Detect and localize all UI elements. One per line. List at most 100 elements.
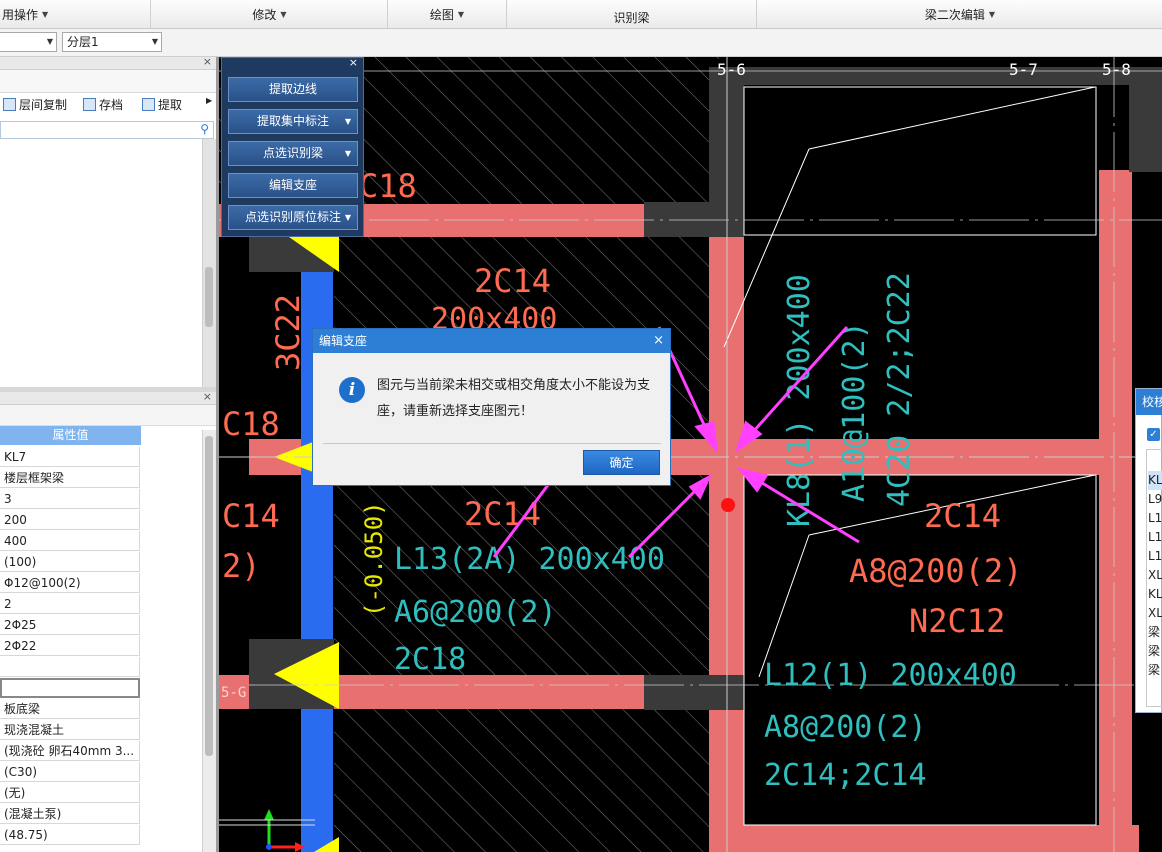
search-icon: ⚲ [200,122,209,136]
list-item[interactable]: 梁 [1148,642,1162,661]
beam [739,825,1139,852]
axis-label: 5-6 [717,60,746,79]
copy-between-floors-button[interactable]: 层间复制 [3,96,67,113]
svg-text:KL8(1) 200x400: KL8(1) 200x400 [782,274,817,527]
svg-text:2C14;2C14: 2C14;2C14 [764,758,927,793]
divider [323,443,661,444]
save-archive-button[interactable]: 存档 [83,96,123,113]
svg-text:N2C12: N2C12 [909,602,1005,640]
axis-label: 5-8 [1102,60,1131,79]
more-arrow-icon[interactable]: ▶ [206,96,212,105]
ribbon-group-identify-beam[interactable]: 识别梁 [507,0,757,28]
svg-text:L13(2A) 200x400: L13(2A) 200x400 [394,542,665,577]
svg-text:C14: C14 [222,497,280,535]
floor-select[interactable]: ▼ [0,32,57,52]
list-item[interactable]: XL [1148,604,1162,623]
svg-text:A8@200(2): A8@200(2) [849,552,1022,590]
secondary-toolbar: ▼ 分层1 ▼ [0,29,1162,57]
list-item[interactable]: KL [1148,471,1162,490]
extract-edge-button[interactable]: 提取边线 [228,77,358,102]
chevron-down-icon: ▼ [344,213,351,222]
chevron-down-icon: ▼ [457,9,465,19]
scroll-thumb[interactable] [205,436,213,756]
chevron-down-icon: ▼ [344,117,351,126]
svg-text:3C22: 3C22 [269,294,307,371]
property-value[interactable]: 楼层框架梁 [0,468,140,488]
pick-identify-original-annotation-button[interactable]: 点选识别原位标注 ▼ [228,205,358,230]
svg-text:2C14: 2C14 [924,497,1001,535]
list-item[interactable]: L1 [1148,528,1162,547]
edit-support-button[interactable]: 编辑支座 [228,173,358,198]
property-value[interactable]: 2 [0,594,140,614]
property-scrollbar[interactable] [202,430,216,852]
pick-identify-beam-button[interactable]: 点选识别梁 ▼ [228,141,358,166]
close-icon[interactable]: × [203,55,212,68]
left-panel: × 层间复制 存档 提取 ▶ ⚲ × 属性值 KL7 楼层框架梁 3 200 400 (1… [0,55,219,852]
svg-text:C18: C18 [222,405,280,443]
svg-text:4C20 2/2;2C22: 4C20 2/2;2C22 [882,272,917,507]
beam [1099,170,1132,852]
property-value[interactable]: KL7 [0,447,140,467]
dialog-title: 编辑支座 [313,329,670,353]
list-item[interactable]: 梁 [1148,661,1162,680]
ribbon-group-draw[interactable]: 绘图 ▼ [388,0,507,28]
list-item[interactable]: 梁 [1148,623,1162,642]
property-value[interactable]: 2Φ22 [0,636,140,656]
property-value[interactable]: (无) [0,783,140,803]
ribbon-group-operations[interactable]: 用操作 ▼ [0,0,151,28]
svg-text:L12(1) 200x400: L12(1) 200x400 [764,658,1017,693]
property-value[interactable]: (现浇砼 卵石40mm 3... [0,741,140,761]
selected-point [721,498,735,512]
property-value[interactable]: Φ12@100(2) [0,573,140,593]
property-value[interactable]: 200 [0,510,140,530]
slab-hatch [334,707,709,852]
panel-header [0,70,216,93]
svg-text:A6@200(2): A6@200(2) [394,595,557,630]
extract-icon [142,98,155,111]
list-item[interactable]: KL [1148,585,1162,604]
property-value[interactable]: (混凝土泵) [0,804,140,824]
scroll-thumb[interactable] [205,267,213,327]
close-icon[interactable]: × [349,56,358,69]
list-item[interactable]: L9 [1148,490,1162,509]
property-value[interactable]: (48.75) [0,825,140,845]
search-input[interactable]: ⚲ [0,121,214,139]
svg-text:2C14: 2C14 [474,262,551,300]
extract-button[interactable]: 提取 [142,96,182,113]
copy-icon [3,98,16,111]
ok-button[interactable]: 确定 [583,450,660,475]
list-item[interactable]: L1 [1148,509,1162,528]
close-icon[interactable]: × [203,390,212,403]
svg-text:C18: C18 [359,167,417,205]
property-value[interactable]: 2Φ25 [0,615,140,635]
property-value[interactable]: 现浇混凝土 [0,720,140,740]
property-edit-field[interactable] [0,678,140,698]
property-value[interactable] [0,657,140,677]
list-item[interactable]: XL [1148,566,1162,585]
panel-title: 校核 [1136,389,1162,415]
property-panel-toolbar [0,405,216,426]
property-value[interactable]: (C30) [0,762,140,782]
ribbon-group-beam-edit[interactable]: 梁二次编辑 ▼ [758,0,1162,28]
dialog-message: 图元与当前梁未相交或相交角度太小不能设为支座，请重新选择支座图元！ [377,378,651,419]
chevron-down-icon: ▼ [42,9,49,19]
chevron-down-icon: ▼ [344,149,351,158]
close-icon[interactable]: × [653,329,664,353]
chevron-down-icon: ▼ [280,9,287,19]
layer-select[interactable]: 分层1 ▼ [62,32,162,52]
extract-centralized-annotation-button[interactable]: 提取集中标注 ▼ [228,109,358,134]
opening [743,86,1097,236]
property-value[interactable]: 板底梁 [0,699,140,719]
identify-beam-panel: × 提取边线 提取集中标注 ▼ 点选识别梁 ▼ 编辑支座 点选识别原位标注 ▼ [221,56,364,237]
list-item[interactable]: L1 [1148,547,1162,566]
tree-scrollbar[interactable] [202,139,216,387]
checkbox[interactable]: ✓ [1147,428,1160,441]
column [724,67,1139,85]
check-panel: 校核 ✓ KL L9 L1 L1 L1 XL KL XL 梁梁梁 [1135,388,1162,713]
property-value[interactable]: 400 [0,531,140,551]
ribbon-group-modify[interactable]: 修改 ▼ [152,0,388,28]
panel-titlebar: × [0,55,216,70]
property-value[interactable]: 3 [0,489,140,509]
svg-text:2C14: 2C14 [464,495,541,533]
property-value[interactable]: (100) [0,552,140,572]
